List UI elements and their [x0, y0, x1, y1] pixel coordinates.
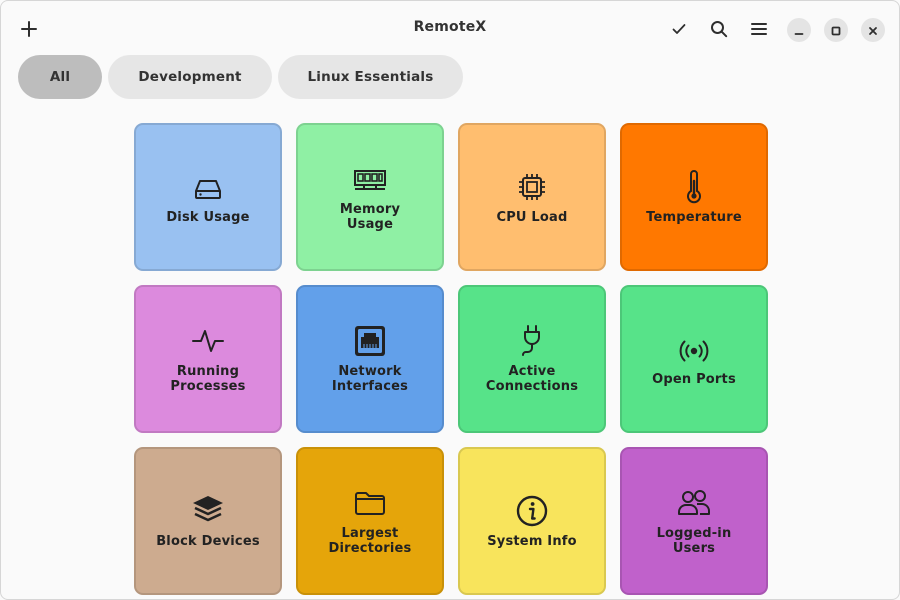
search-button[interactable]: [702, 12, 736, 46]
tile-open-ports[interactable]: Open Ports: [620, 285, 768, 433]
minimize-button[interactable]: [787, 18, 811, 42]
tile-label: CPU Load: [496, 209, 568, 225]
filter-chip-linux-essentials[interactable]: Linux Essentials: [278, 55, 463, 99]
cpu-chip-icon: [515, 170, 549, 204]
tile-largest-directories[interactable]: Largest Directories: [296, 447, 444, 595]
select-button[interactable]: [662, 12, 696, 46]
tile-label: Active Connections: [485, 364, 579, 394]
search-icon: [710, 20, 728, 38]
tile-running-processes[interactable]: Running Processes: [134, 285, 282, 433]
tile-label: Running Processes: [170, 364, 246, 394]
tile-temperature[interactable]: Temperature: [620, 123, 768, 271]
header-bar: RemoteX: [1, 1, 899, 57]
maximize-icon: [831, 21, 841, 40]
tile-system-info[interactable]: System Info: [458, 447, 606, 595]
tile-network-interfaces[interactable]: Network Interfaces: [296, 285, 444, 433]
activity-pulse-icon: [191, 324, 225, 358]
tile-memory-usage[interactable]: Memory Usage: [296, 123, 444, 271]
app-window: RemoteX All Development Linux Essentials…: [0, 0, 900, 600]
thermometer-icon: [678, 169, 710, 204]
tile-label: Logged-in Users: [656, 526, 732, 556]
main-menu-button[interactable]: [742, 12, 776, 46]
maximize-button[interactable]: [824, 18, 848, 42]
tile-label: Memory Usage: [339, 202, 401, 232]
tile-label: Network Interfaces: [331, 364, 409, 394]
filter-chip-all[interactable]: All: [18, 55, 102, 99]
tile-label: Largest Directories: [328, 526, 412, 556]
tile-label: System Info: [487, 533, 577, 549]
tile-block-devices[interactable]: Block Devices: [134, 447, 282, 595]
tile-active-connections[interactable]: Active Connections: [458, 285, 606, 433]
ethernet-port-icon: [353, 324, 387, 358]
tile-label: Open Ports: [652, 371, 736, 387]
layers-stack-icon: [191, 494, 225, 528]
minimize-icon: [794, 21, 804, 40]
plug-icon: [515, 324, 549, 358]
checkmark-icon: [671, 21, 687, 37]
hamburger-menu-icon: [750, 20, 768, 38]
broadcast-signal-icon: [677, 332, 711, 366]
close-button[interactable]: [861, 18, 885, 42]
tile-cpu-load[interactable]: CPU Load: [458, 123, 606, 271]
tile-logged-in-users[interactable]: Logged-in Users: [620, 447, 768, 595]
folder-icon: [353, 486, 387, 520]
users-icon: [677, 486, 711, 520]
memory-icon: [353, 162, 387, 196]
tile-label: Block Devices: [156, 533, 260, 549]
filter-chip-development[interactable]: Development: [108, 55, 272, 99]
close-icon: [868, 21, 878, 40]
hard-drive-icon: [192, 170, 224, 204]
info-icon: [515, 494, 549, 528]
tile-label: Disk Usage: [166, 209, 250, 225]
tile-disk-usage[interactable]: Disk Usage: [134, 123, 282, 271]
tile-label: Temperature: [646, 209, 742, 225]
